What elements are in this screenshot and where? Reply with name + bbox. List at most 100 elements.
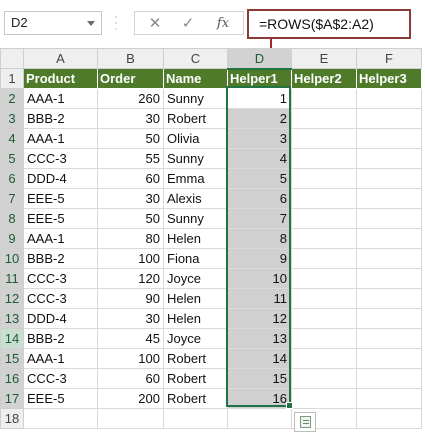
cell-order[interactable]: 200 (97, 388, 164, 409)
cell-helper3[interactable] (356, 168, 422, 189)
cell-helper2[interactable] (291, 208, 357, 229)
cell-product[interactable]: BBB-2 (23, 248, 98, 269)
cell-helper1[interactable]: 9 (227, 248, 292, 269)
formula-input[interactable]: =ROWS($A$2:A2) (247, 9, 411, 39)
row-header[interactable]: 3 (0, 108, 24, 129)
cell-helper3[interactable] (356, 268, 422, 289)
select-all-corner[interactable] (0, 48, 24, 69)
cell-product[interactable]: AAA-1 (23, 348, 98, 369)
cell-name[interactable]: Olivia (163, 128, 228, 149)
cell-helper2[interactable] (291, 108, 357, 129)
cell-order[interactable]: 30 (97, 188, 164, 209)
cell-order[interactable]: 90 (97, 288, 164, 309)
row-header[interactable]: 13 (0, 308, 24, 329)
column-header-d[interactable]: D (227, 48, 292, 70)
cell-helper3[interactable] (356, 348, 422, 369)
cell-name[interactable]: Helen (163, 288, 228, 309)
cell-helper2[interactable] (291, 348, 357, 369)
cell-order[interactable]: 55 (97, 148, 164, 169)
cell-helper3[interactable] (356, 108, 422, 129)
empty-cell[interactable] (97, 408, 164, 429)
cell-helper3[interactable] (356, 88, 422, 109)
cell-name[interactable]: Alexis (163, 188, 228, 209)
cell-helper1[interactable]: 15 (227, 368, 292, 389)
quick-analysis-icon[interactable] (294, 412, 316, 432)
cell-helper2[interactable] (291, 188, 357, 209)
cell-helper2[interactable] (291, 308, 357, 329)
cell-order[interactable]: 45 (97, 328, 164, 349)
cell-order[interactable]: 60 (97, 168, 164, 189)
empty-cell[interactable] (23, 408, 98, 429)
cell-product[interactable]: CCC-3 (23, 368, 98, 389)
column-header-a[interactable]: A (23, 48, 98, 69)
row-header[interactable]: 7 (0, 188, 24, 209)
cell-helper1[interactable]: 14 (227, 348, 292, 369)
header-cell-name[interactable]: Name (163, 68, 228, 89)
cell-product[interactable]: CCC-3 (23, 268, 98, 289)
cell-helper3[interactable] (356, 328, 422, 349)
cell-helper2[interactable] (291, 288, 357, 309)
row-header[interactable]: 10 (0, 248, 24, 269)
cell-order[interactable]: 50 (97, 208, 164, 229)
cell-helper2[interactable] (291, 268, 357, 289)
cell-order[interactable]: 50 (97, 128, 164, 149)
row-header[interactable]: 16 (0, 368, 24, 389)
row-header[interactable]: 5 (0, 148, 24, 169)
cell-name[interactable]: Helen (163, 308, 228, 329)
empty-cell[interactable] (227, 408, 292, 429)
cell-product[interactable]: EEE-5 (23, 388, 98, 409)
cell-helper1[interactable]: 7 (227, 208, 292, 229)
cell-helper1[interactable]: 8 (227, 228, 292, 249)
cell-product[interactable]: CCC-3 (23, 288, 98, 309)
row-header[interactable]: 4 (0, 128, 24, 149)
cell-helper1[interactable]: 1 (227, 88, 292, 109)
row-header[interactable]: 17 (0, 388, 24, 409)
cell-order[interactable]: 60 (97, 368, 164, 389)
empty-cell[interactable] (356, 408, 422, 429)
row-header[interactable]: 2 (0, 88, 24, 109)
cell-order[interactable]: 30 (97, 308, 164, 329)
grip-dots-icon[interactable]: · · · (114, 12, 118, 35)
row-header[interactable]: 12 (0, 288, 24, 309)
cell-product[interactable]: AAA-1 (23, 88, 98, 109)
cell-helper3[interactable] (356, 308, 422, 329)
cell-helper2[interactable] (291, 368, 357, 389)
cell-name[interactable]: Helen (163, 228, 228, 249)
cell-helper3[interactable] (356, 128, 422, 149)
row-header[interactable]: 15 (0, 348, 24, 369)
cell-name[interactable]: Joyce (163, 328, 228, 349)
cell-helper2[interactable] (291, 388, 357, 409)
column-header-c[interactable]: C (163, 48, 228, 69)
cell-order[interactable]: 100 (97, 248, 164, 269)
cell-helper1[interactable]: 13 (227, 328, 292, 349)
cell-helper3[interactable] (356, 368, 422, 389)
insert-function-icon[interactable]: fx (213, 14, 233, 34)
cell-product[interactable]: DDD-4 (23, 168, 98, 189)
cell-product[interactable]: DDD-4 (23, 308, 98, 329)
cell-product[interactable]: EEE-5 (23, 188, 98, 209)
cell-helper3[interactable] (356, 208, 422, 229)
name-box[interactable]: D2 (4, 11, 102, 35)
row-header[interactable]: 6 (0, 168, 24, 189)
row-header[interactable]: 1 (0, 68, 24, 89)
cell-helper1[interactable]: 11 (227, 288, 292, 309)
cell-order[interactable]: 260 (97, 88, 164, 109)
cell-name[interactable]: Emma (163, 168, 228, 189)
cell-name[interactable]: Robert (163, 368, 228, 389)
header-cell-order[interactable]: Order (97, 68, 164, 89)
cell-name[interactable]: Joyce (163, 268, 228, 289)
cell-helper2[interactable] (291, 248, 357, 269)
cell-name[interactable]: Sunny (163, 208, 228, 229)
cell-helper2[interactable] (291, 168, 357, 189)
cell-helper2[interactable] (291, 148, 357, 169)
cell-product[interactable]: BBB-2 (23, 108, 98, 129)
cell-helper1[interactable]: 12 (227, 308, 292, 329)
cell-helper1[interactable]: 6 (227, 188, 292, 209)
cell-order[interactable]: 120 (97, 268, 164, 289)
cell-helper1[interactable]: 5 (227, 168, 292, 189)
cell-helper3[interactable] (356, 188, 422, 209)
header-cell-helper2[interactable]: Helper2 (291, 68, 357, 89)
empty-cell[interactable] (163, 408, 228, 429)
cell-helper3[interactable] (356, 288, 422, 309)
cell-helper2[interactable] (291, 328, 357, 349)
